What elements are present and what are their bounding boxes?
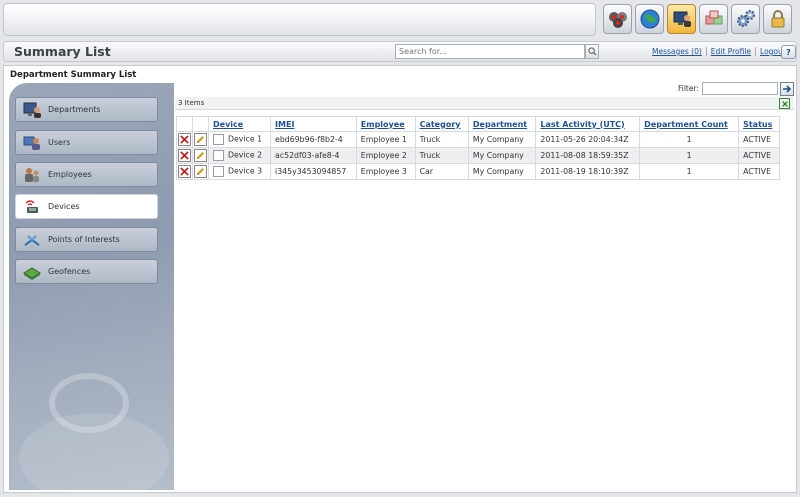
header-edit	[192, 116, 209, 132]
messages-link[interactable]: Messages (0)	[648, 47, 707, 56]
top-toolbar	[603, 4, 792, 38]
sidebar-item-label: Devices	[48, 202, 80, 211]
column-header-imei[interactable]: IMEI	[270, 116, 357, 132]
column-header-category[interactable]: Category	[414, 116, 469, 132]
monitor-user-icon[interactable]	[667, 4, 696, 34]
search-icon	[587, 47, 597, 56]
points-of-interests-icon	[21, 230, 43, 250]
departments-icon	[21, 100, 43, 120]
edit-pencil-icon[interactable]	[194, 165, 207, 178]
edit-pencil-icon[interactable]	[194, 133, 207, 146]
department-count-cell: 1	[639, 163, 740, 180]
sidebar-item-label: Employees	[48, 170, 92, 179]
help-button[interactable]: ?	[781, 45, 796, 59]
imei-cell: ac52df03-afe8-4	[270, 147, 357, 164]
status-cell: ACTIVE	[738, 147, 780, 164]
table-row: Device 2 ac52df03-afe8-4 Employee 2 Truc…	[176, 147, 780, 164]
magnifier-decoration	[49, 373, 129, 433]
sidebar-item-label: Users	[48, 138, 71, 147]
search-input[interactable]	[395, 44, 585, 59]
padlock-icon[interactable]	[763, 4, 792, 34]
table-row: Device 1 ebd69b96-f8b2-4 Employee 1 Truc…	[176, 131, 780, 148]
top-banner	[3, 3, 596, 36]
category-cell: Truck	[414, 131, 469, 148]
arrow-right-icon	[783, 85, 792, 93]
employee-cell: Employee 1	[355, 131, 416, 148]
excel-export-icon[interactable]	[779, 98, 790, 109]
sidebar-item-employees[interactable]: Employees	[15, 162, 158, 187]
search-button[interactable]	[585, 44, 599, 59]
title-bar: Summary List Messages (0) Edit Profile L…	[3, 41, 797, 62]
header-delete	[176, 116, 193, 132]
sidebar-item-devices[interactable]: Devices	[15, 194, 158, 219]
items-bar: 3 Items	[175, 97, 794, 110]
employee-cell: Employee 2	[355, 147, 416, 164]
content-panel: Department Summary List Departments User…	[3, 65, 797, 493]
edit-pencil-icon[interactable]	[194, 149, 207, 162]
filter-input[interactable]	[702, 82, 778, 95]
cubes-icon[interactable]	[699, 4, 728, 34]
items-count: 3 Items	[178, 99, 205, 107]
page-title: Summary List	[14, 44, 111, 59]
column-header-device[interactable]: Device	[207, 116, 272, 132]
sidebar-item-points-of-interests[interactable]: Points of Interests	[15, 227, 158, 252]
sidebar-item-departments[interactable]: Departments	[15, 97, 158, 122]
globe-map-icon[interactable]	[635, 4, 664, 34]
delete-icon[interactable]	[178, 165, 191, 178]
status-cell: ACTIVE	[738, 163, 780, 180]
header-links: Messages (0) Edit Profile Logout	[648, 47, 790, 56]
section-title: Department Summary List	[10, 70, 137, 80]
devices-icon	[21, 197, 43, 217]
users-icon	[21, 133, 43, 153]
imei-cell: i345y3453094857	[270, 163, 357, 180]
employees-icon	[21, 165, 43, 185]
gears-icon[interactable]	[731, 4, 760, 34]
last-activity-cell: 2011-08-08 18:59:35Z	[535, 147, 641, 164]
sidebar: Departments Users Employees Devices Poin…	[9, 83, 174, 490]
filter-apply-button[interactable]	[780, 82, 794, 96]
sidebar-item-users[interactable]: Users	[15, 130, 158, 155]
devices-table: Device IMEI Employee Category Department…	[176, 116, 780, 180]
delete-icon[interactable]	[178, 149, 191, 162]
column-header-status[interactable]: Status	[738, 116, 780, 132]
sidebar-item-label: Departments	[48, 105, 101, 114]
app-window: Summary List Messages (0) Edit Profile L…	[0, 0, 800, 497]
last-activity-cell: 2011-05-26 20:04:34Z	[535, 131, 641, 148]
imei-cell: ebd69b96-f8b2-4	[270, 131, 357, 148]
sidebar-item-geofences[interactable]: Geofences	[15, 259, 158, 284]
last-activity-cell: 2011-08-19 18:10:39Z	[535, 163, 641, 180]
department-cell: My Company	[467, 163, 537, 180]
category-cell: Truck	[414, 147, 469, 164]
sidebar-item-label: Geofences	[48, 267, 91, 276]
department-cell: My Company	[467, 131, 537, 148]
department-count-cell: 1	[639, 147, 740, 164]
row-checkbox[interactable]	[213, 150, 224, 161]
column-header-employee[interactable]: Employee	[355, 116, 416, 132]
devices-group-icon[interactable]	[603, 4, 632, 34]
help-icon: ?	[786, 47, 791, 57]
column-header-department-count[interactable]: Department Count	[639, 116, 740, 132]
department-cell: My Company	[467, 147, 537, 164]
category-cell: Car	[414, 163, 469, 180]
table-header-row: Device IMEI Employee Category Department…	[176, 116, 780, 132]
department-count-cell: 1	[639, 131, 740, 148]
device-cell: Device 2	[228, 150, 263, 160]
device-cell: Device 3	[228, 166, 263, 176]
status-cell: ACTIVE	[738, 131, 780, 148]
device-cell: Device 1	[228, 134, 263, 144]
column-header-department[interactable]: Department	[467, 116, 537, 132]
table-row: Device 3 i345y3453094857 Employee 3 Car …	[176, 163, 780, 180]
sidebar-item-label: Points of Interests	[48, 235, 120, 244]
geofences-icon	[21, 262, 43, 282]
filter-label: Filter:	[678, 84, 699, 93]
edit-profile-link[interactable]: Edit Profile	[707, 47, 757, 56]
delete-icon[interactable]	[178, 133, 191, 146]
row-checkbox[interactable]	[213, 134, 224, 145]
row-checkbox[interactable]	[213, 166, 224, 177]
employee-cell: Employee 3	[355, 163, 416, 180]
column-header-last-activity[interactable]: Last Activity (UTC)	[535, 116, 641, 132]
